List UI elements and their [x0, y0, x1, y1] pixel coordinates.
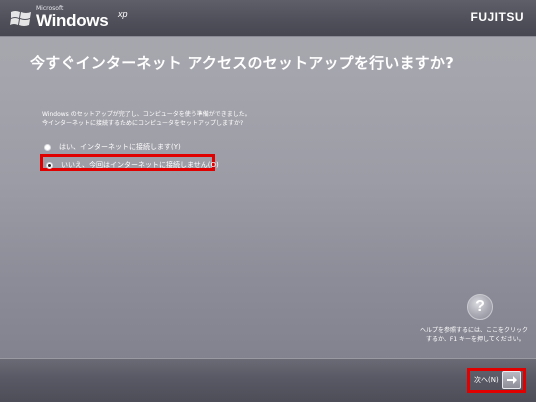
next-button-label[interactable]: 次へ(N) [474, 375, 499, 385]
option-no-radio[interactable]: いいえ、今回はインターネットに接続しません(O) [46, 159, 219, 171]
next-button[interactable] [502, 371, 521, 389]
os-name: Windows [36, 11, 109, 30]
setup-screen: Microsoft Windows xp FUJITSU 今すぐインターネット … [0, 0, 536, 402]
top-bar: Microsoft Windows xp FUJITSU [0, 0, 536, 37]
option-no-label[interactable]: いいえ、今回はインターネットに接続しません(O) [61, 160, 219, 170]
fujitsu-logo: FUJITSU [470, 10, 524, 24]
description-line-2: 今インターネットに接続するためにコンピュータをセットアップしますか? [42, 120, 244, 127]
option-yes-label[interactable]: はい、インターネットに接続します(Y) [59, 142, 181, 152]
os-suffix: xp [118, 9, 128, 19]
page-title: 今すぐインターネット アクセスのセットアップを行いますか? [30, 54, 454, 72]
radio-unselected-icon[interactable] [44, 143, 51, 151]
option-yes-radio[interactable]: はい、インターネットに接続します(Y) [44, 141, 181, 153]
help-text-line-2: するか、F1 キーを押してください。 [426, 336, 525, 343]
windows-flag-icon [10, 11, 31, 26]
help-text-line-1[interactable]: ヘルプを参照するには、ここをクリック [420, 325, 528, 334]
help-icon[interactable]: ? [467, 294, 493, 320]
bottom-bar [0, 358, 536, 402]
description-line-1: Windows のセットアップが完了し、コンピュータを使う準備ができました。 [42, 111, 251, 118]
radio-selected-icon[interactable] [46, 161, 53, 169]
arrow-right-icon [506, 376, 517, 384]
